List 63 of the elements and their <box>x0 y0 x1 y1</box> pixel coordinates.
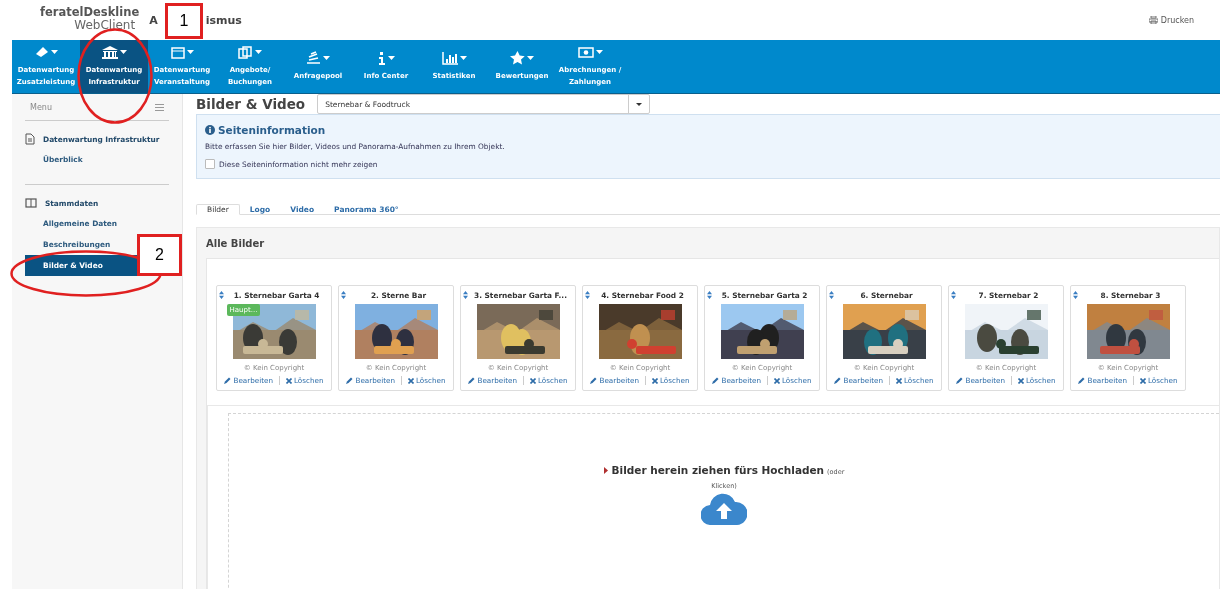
info-icon <box>205 125 215 135</box>
pencil-icon <box>224 377 232 384</box>
star-icon <box>510 51 525 65</box>
printer-icon <box>1148 16 1158 24</box>
header-title: ismus <box>205 13 242 27</box>
annotation-number: 1 <box>165 3 203 39</box>
close-icon <box>774 377 780 384</box>
pencil-icon <box>712 377 720 384</box>
caret-icon <box>636 102 643 106</box>
building-icon <box>101 45 118 59</box>
caret-icon <box>323 56 330 60</box>
pencil-icon <box>468 377 476 384</box>
close-icon <box>1018 377 1024 384</box>
caret-icon <box>387 56 395 60</box>
pencil-icon <box>834 377 842 384</box>
panel-title: Alle Bilder <box>206 236 266 251</box>
bar-chart-icon <box>441 51 458 65</box>
sort-handle-icon[interactable] <box>707 291 712 299</box>
ticket-icon <box>34 46 49 58</box>
print-link[interactable]: Drucken <box>1148 15 1194 25</box>
sort-handle-icon[interactable] <box>463 291 468 299</box>
caret-right-icon <box>603 466 608 474</box>
close-icon <box>408 377 414 384</box>
caret-icon <box>255 50 262 54</box>
sort-handle-icon[interactable] <box>829 291 834 299</box>
pencil-icon <box>956 377 964 384</box>
calendar-icon <box>170 45 185 59</box>
caret-icon <box>595 50 603 54</box>
close-icon <box>530 377 536 384</box>
sort-handle-icon[interactable] <box>219 291 224 299</box>
document-icon <box>25 133 35 145</box>
caret-icon <box>119 50 127 54</box>
caret-icon <box>459 56 467 60</box>
info-title: Seiteninformation <box>218 124 326 136</box>
checkbox[interactable] <box>205 159 215 169</box>
logo-subtitle: WebClient <box>74 18 136 31</box>
logo-text: feratelDeskline <box>40 7 140 19</box>
close-icon <box>286 377 292 384</box>
close-icon <box>896 377 902 384</box>
menu-icon[interactable] <box>155 103 164 111</box>
upload-title: Bilder herein ziehen fürs Hochladen <box>611 464 825 476</box>
sort-handle-icon[interactable] <box>585 291 590 299</box>
page-title: Bilder & Video <box>196 96 306 112</box>
header-title: A <box>149 13 158 27</box>
pencil-icon <box>346 377 354 384</box>
menu-title: Menu <box>30 102 52 112</box>
caret-icon <box>186 50 194 54</box>
close-icon <box>652 377 658 384</box>
stack-icon <box>306 51 321 65</box>
caret-icon <box>527 56 534 60</box>
cloud-upload-icon[interactable] <box>701 493 747 525</box>
columns-icon <box>25 198 37 208</box>
pencil-icon <box>590 377 598 384</box>
sort-handle-icon[interactable] <box>341 291 346 299</box>
close-icon <box>1140 377 1146 384</box>
annotation-number: 2 <box>137 234 182 276</box>
caret-icon <box>50 50 58 54</box>
sort-handle-icon[interactable] <box>1073 291 1078 299</box>
banknote-icon <box>577 46 594 58</box>
info-icon <box>377 51 386 65</box>
pencil-icon <box>1078 377 1086 384</box>
copy-icon <box>238 45 253 59</box>
sort-handle-icon[interactable] <box>951 291 956 299</box>
